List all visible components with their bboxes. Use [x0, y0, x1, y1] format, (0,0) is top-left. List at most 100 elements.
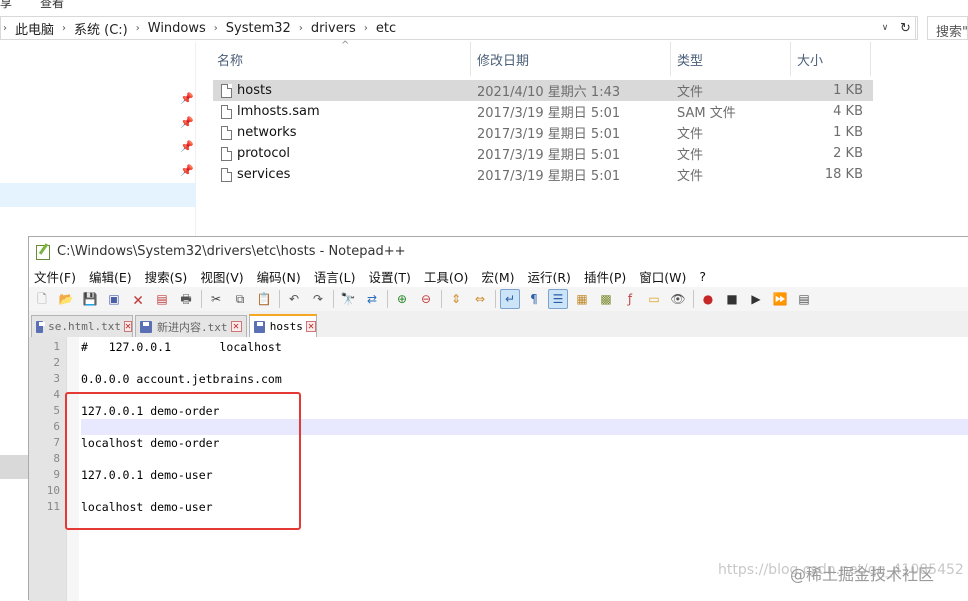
sync-horizontal-icon[interactable]: ⇔ — [470, 289, 490, 309]
nav-item-selected[interactable] — [0, 183, 196, 207]
menu-language[interactable]: 语言(L) — [314, 267, 356, 286]
save-macro-icon[interactable]: ▤ — [794, 289, 814, 309]
monitoring-eye-icon[interactable]: 👁 — [668, 289, 688, 309]
toolbar-separator — [201, 290, 202, 308]
copy-icon[interactable]: ⧉ — [230, 289, 250, 309]
ribbon-tab-share[interactable]: 享 — [0, 0, 12, 11]
pin-icon[interactable]: 📌 — [180, 116, 194, 129]
saved-file-icon — [140, 320, 152, 333]
record-macro-icon[interactable]: ● — [698, 289, 718, 309]
chevron-down-icon[interactable]: ∨ — [875, 23, 895, 33]
line-number: 2 — [53, 356, 60, 369]
close-icon[interactable]: ✕ — [305, 321, 316, 332]
title-bar[interactable]: C:\Windows\System32\drivers\etc\hosts - … — [29, 237, 968, 265]
menu-run[interactable]: 运行(R) — [527, 267, 570, 286]
breadcrumb-this-pc[interactable]: 此电脑 — [9, 17, 60, 39]
menu-file[interactable]: 文件(F) — [34, 267, 76, 286]
chevron-right-icon[interactable]: › — [212, 23, 220, 34]
menu-window[interactable]: 窗口(W) — [639, 267, 686, 286]
save-icon[interactable]: 💾 — [80, 289, 100, 309]
line-number: 3 — [53, 372, 60, 385]
replace-icon[interactable]: ⇄ — [362, 289, 382, 309]
paste-icon[interactable]: 📋 — [254, 289, 274, 309]
user-language-icon[interactable]: ▦ — [572, 289, 592, 309]
navigation-pane: 📌 📌 📌 📌 — [0, 42, 196, 236]
breadcrumb-etc[interactable]: etc — [370, 17, 402, 39]
tab-hosts[interactable]: hosts ✕ — [249, 314, 317, 337]
cut-icon[interactable]: ✂ — [206, 289, 226, 309]
find-icon[interactable]: 🔭 — [338, 289, 358, 309]
print-icon[interactable]: 🖶 — [176, 289, 196, 309]
saved-file-icon — [36, 320, 46, 333]
toolbar-separator — [495, 290, 496, 308]
menu-settings[interactable]: 设置(T) — [368, 267, 410, 286]
stop-macro-icon[interactable]: ■ — [722, 289, 742, 309]
menu-plugins[interactable]: 插件(P) — [584, 267, 626, 286]
file-icon — [221, 104, 232, 119]
notepad-app-icon[interactable] — [35, 243, 51, 260]
chevron-right-icon[interactable]: › — [134, 23, 142, 34]
function-list-icon[interactable]: ƒ — [620, 289, 640, 309]
breadcrumb-drivers[interactable]: drivers — [305, 17, 362, 39]
zoom-in-icon[interactable]: ⊕ — [392, 289, 412, 309]
column-header-size[interactable]: 大小 — [791, 42, 871, 76]
breadcrumb-system32[interactable]: System32 — [220, 17, 297, 39]
pin-icon[interactable]: 📌 — [180, 92, 194, 105]
zoom-out-icon[interactable]: ⊖ — [416, 289, 436, 309]
toolbar: 🗋 📂 💾 ▣ 🗙 ▤ 🖶 ✂ ⧉ 📋 ↶ ↷ 🔭 ⇄ ⊕ ⊖ ⇕ ⇔ ↵ ¶ … — [29, 287, 968, 311]
save-all-icon[interactable]: ▣ — [104, 289, 124, 309]
sync-vertical-icon[interactable]: ⇕ — [446, 289, 466, 309]
file-row-protocol[interactable]: protocol 2017/3/19 星期日 5:01 文件 2 KB — [213, 143, 873, 164]
word-wrap-icon[interactable]: ↵ — [500, 289, 520, 309]
code-line[interactable]: # 127.0.0.1 localhost — [81, 339, 968, 355]
file-row-networks[interactable]: networks 2017/3/19 星期日 5:01 文件 1 KB — [213, 122, 873, 143]
tab-se-html[interactable]: se.html.txt ✕ — [31, 315, 133, 337]
address-bar[interactable]: › 此电脑 › 系统 (C:) › Windows › System32 › d… — [0, 16, 918, 40]
redo-icon[interactable]: ↷ — [308, 289, 328, 309]
ribbon-tab-view[interactable]: 查看 — [40, 0, 64, 11]
close-icon[interactable]: ✕ — [123, 321, 132, 332]
menu-edit[interactable]: 编辑(E) — [89, 267, 132, 286]
menu-search[interactable]: 搜索(S) — [145, 267, 188, 286]
undo-icon[interactable]: ↶ — [284, 289, 304, 309]
column-header-type[interactable]: 类型 — [671, 42, 791, 76]
refresh-button[interactable]: ↻ — [896, 16, 916, 40]
chevron-right-icon[interactable]: › — [362, 23, 370, 34]
close-file-icon[interactable]: 🗙 — [128, 289, 148, 309]
line-number: 6 — [53, 420, 60, 433]
code-line[interactable]: 0.0.0.0 account.jetbrains.com — [81, 371, 968, 387]
tab-bar: se.html.txt ✕ 新进内容.txt ✕ hosts ✕ — [29, 311, 968, 337]
play-macro-icon[interactable]: ▶ — [746, 289, 766, 309]
line-number: 1 — [53, 340, 60, 353]
chevron-right-icon[interactable]: › — [60, 23, 68, 34]
menu-view[interactable]: 视图(V) — [200, 267, 243, 286]
close-icon[interactable]: ✕ — [230, 321, 242, 332]
doc-map-icon[interactable]: ▩ — [596, 289, 616, 309]
file-row-lmhosts[interactable]: lmhosts.sam 2017/3/19 星期日 5:01 SAM 文件 4 … — [213, 101, 873, 122]
menu-help[interactable]: ? — [699, 269, 706, 284]
indent-guide-icon[interactable]: ☰ — [548, 289, 568, 309]
folder-workspace-icon[interactable]: ▭ — [644, 289, 664, 309]
new-file-icon[interactable]: 🗋 — [32, 289, 52, 309]
run-macro-multiple-icon[interactable]: ⏩ — [770, 289, 790, 309]
file-row-hosts[interactable]: hosts 2021/4/10 星期六 1:43 文件 1 KB — [213, 80, 873, 101]
code-line[interactable] — [81, 355, 968, 371]
file-explorer-window: 享 查看 › 此电脑 › 系统 (C:) › Windows › System3… — [0, 0, 968, 236]
close-all-icon[interactable]: ▤ — [152, 289, 172, 309]
pin-icon[interactable]: 📌 — [180, 164, 194, 177]
breadcrumb-system-c[interactable]: 系统 (C:) — [68, 17, 134, 39]
tab-new-content[interactable]: 新进内容.txt ✕ — [135, 315, 247, 337]
show-all-characters-icon[interactable]: ¶ — [524, 289, 544, 309]
open-file-icon[interactable]: 📂 — [56, 289, 76, 309]
column-header-date[interactable]: 修改日期 — [471, 42, 671, 76]
pin-icon[interactable]: 📌 — [180, 140, 194, 153]
breadcrumb-windows[interactable]: Windows — [142, 17, 212, 39]
search-input[interactable]: 搜索"e — [927, 16, 968, 40]
file-row-services[interactable]: services 2017/3/19 星期日 5:01 文件 18 KB — [213, 164, 873, 185]
menu-macro[interactable]: 宏(M) — [481, 267, 514, 286]
menu-encoding[interactable]: 编码(N) — [257, 267, 301, 286]
menu-tools[interactable]: 工具(O) — [424, 267, 469, 286]
line-number: 10 — [46, 484, 60, 497]
column-header-name[interactable]: 名称 ^ — [211, 40, 471, 76]
chevron-right-icon[interactable]: › — [297, 23, 305, 34]
